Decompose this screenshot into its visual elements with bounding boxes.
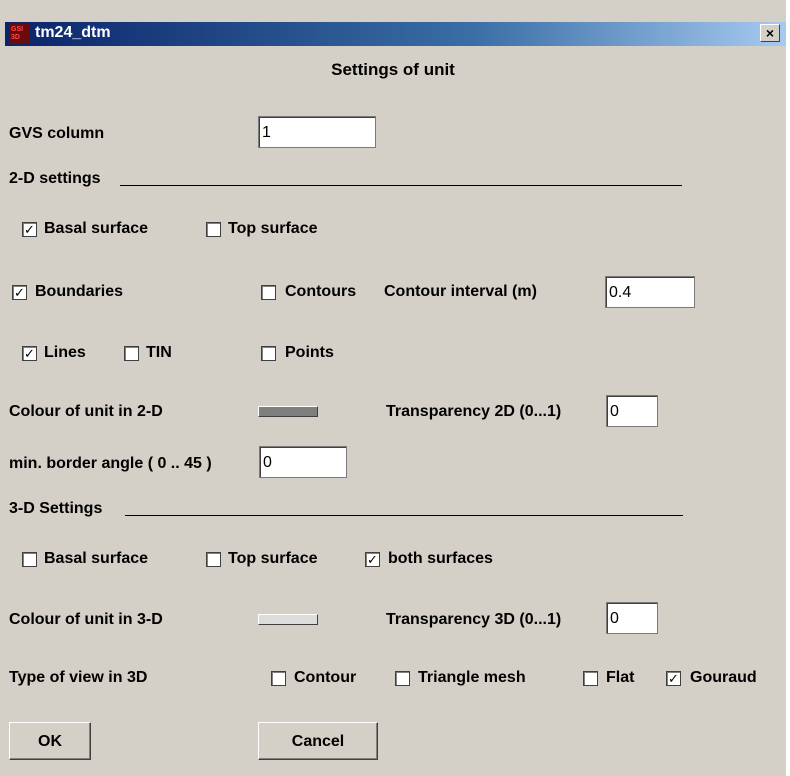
cancel-button[interactable]: Cancel bbox=[258, 722, 378, 760]
top-surface-3d-checkbox[interactable] bbox=[206, 552, 221, 567]
top-surface-3d-label: Top surface bbox=[228, 550, 318, 567]
tin-checkbox[interactable] bbox=[124, 346, 139, 361]
both-surfaces-label: both surfaces bbox=[388, 550, 493, 567]
basal-surface-3d-checkbox[interactable] bbox=[22, 552, 37, 567]
boundaries-checkbox[interactable]: ✓ bbox=[12, 285, 27, 300]
section-3d-divider bbox=[125, 515, 683, 516]
contour-view-checkbox[interactable] bbox=[271, 671, 286, 686]
transparency-3d-input[interactable]: 0 bbox=[606, 602, 658, 634]
transparency-2d-label: Transparency 2D (0...1) bbox=[386, 403, 562, 420]
colour-3d-swatch[interactable] bbox=[258, 614, 318, 625]
points-checkbox[interactable] bbox=[261, 346, 276, 361]
basal-surface-2d-label: Basal surface bbox=[44, 220, 149, 237]
border-angle-input[interactable]: 0 bbox=[259, 446, 347, 478]
gouraud-label: Gouraud bbox=[690, 669, 757, 686]
border-angle-label: min. border angle ( 0 .. 45 ) bbox=[9, 455, 212, 472]
contours-2d-checkbox[interactable] bbox=[261, 285, 276, 300]
section-3d-label: 3-D Settings bbox=[9, 500, 103, 517]
transparency-3d-label: Transparency 3D (0...1) bbox=[386, 611, 562, 628]
window-title: tm24_dtm bbox=[35, 24, 111, 41]
lines-label: Lines bbox=[44, 344, 86, 361]
both-surfaces-checkbox[interactable]: ✓ bbox=[365, 552, 380, 567]
section-2d-label: 2-D settings bbox=[9, 170, 101, 187]
colour-2d-swatch[interactable] bbox=[258, 406, 318, 417]
dialog-heading: Settings of unit bbox=[331, 60, 455, 79]
dialog-window: GSI 3D tm24_dtm × Settings of unit GVS co… bbox=[0, 0, 786, 776]
basal-surface-3d-label: Basal surface bbox=[44, 550, 149, 567]
points-label: Points bbox=[285, 344, 334, 361]
tin-label: TIN bbox=[146, 344, 172, 361]
gvs-column-label: GVS column bbox=[9, 125, 105, 142]
flat-checkbox[interactable] bbox=[583, 671, 598, 686]
ok-button[interactable]: OK bbox=[9, 722, 91, 760]
contours-2d-label: Contours bbox=[285, 283, 357, 300]
flat-label: Flat bbox=[606, 669, 635, 686]
transparency-2d-input[interactable]: 0 bbox=[606, 395, 658, 427]
gvs-column-input[interactable]: 1 bbox=[258, 116, 376, 148]
boundaries-label: Boundaries bbox=[35, 283, 124, 300]
contour-interval-input[interactable]: 0.4 bbox=[605, 276, 695, 308]
basal-surface-2d-checkbox[interactable]: ✓ bbox=[22, 222, 37, 237]
contour-view-label: Contour bbox=[294, 669, 357, 686]
view-type-label: Type of view in 3D bbox=[9, 669, 148, 686]
app-icon: GSI 3D bbox=[9, 24, 29, 44]
triangle-mesh-checkbox[interactable] bbox=[395, 671, 410, 686]
top-surface-2d-label: Top surface bbox=[228, 220, 318, 237]
top-surface-2d-checkbox[interactable] bbox=[206, 222, 221, 237]
gouraud-checkbox[interactable]: ✓ bbox=[666, 671, 681, 686]
close-button[interactable]: × bbox=[760, 24, 780, 42]
triangle-mesh-label: Triangle mesh bbox=[418, 669, 526, 686]
contour-interval-label: Contour interval (m) bbox=[384, 283, 537, 300]
section-2d-divider bbox=[120, 185, 682, 186]
title-bar[interactable]: GSI 3D tm24_dtm × bbox=[5, 22, 786, 46]
colour-3d-label: Colour of unit in 3-D bbox=[9, 611, 163, 628]
colour-2d-label: Colour of unit in 2-D bbox=[9, 403, 163, 420]
lines-checkbox[interactable]: ✓ bbox=[22, 346, 37, 361]
